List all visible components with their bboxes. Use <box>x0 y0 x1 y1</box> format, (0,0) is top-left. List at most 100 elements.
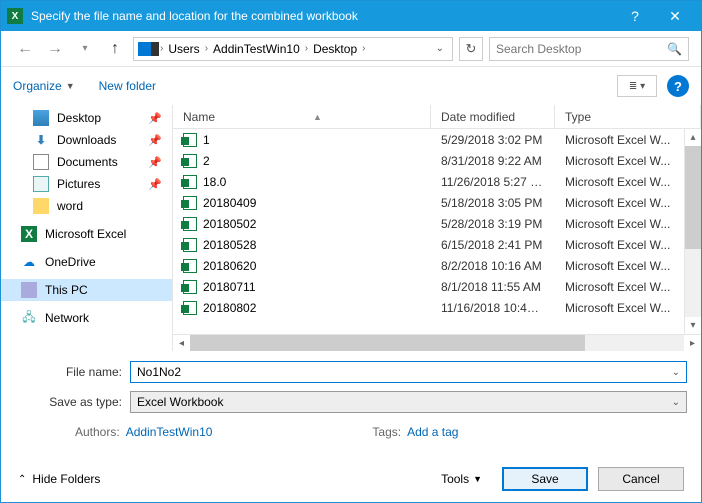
desktop-icon <box>33 110 49 126</box>
excel-file-icon <box>183 217 197 231</box>
refresh-button[interactable]: ↻ <box>459 37 483 61</box>
file-name: 1 <box>203 133 210 147</box>
help-titlebar-button[interactable]: ? <box>615 8 655 24</box>
file-row[interactable]: 201805025/28/2018 3:19 PMMicrosoft Excel… <box>173 213 701 234</box>
file-row[interactable]: 15/29/2018 3:02 PMMicrosoft Excel W... <box>173 129 701 150</box>
sidebar-item-documents[interactable]: Documents📌 <box>1 151 172 173</box>
excel-app-icon: X <box>7 8 23 24</box>
file-type: Microsoft Excel W... <box>555 301 701 315</box>
titlebar: X Specify the file name and location for… <box>1 1 701 31</box>
recent-dropdown[interactable]: ▾ <box>73 37 97 61</box>
pc-icon <box>21 282 37 298</box>
sidebar-item-word[interactable]: word <box>1 195 172 217</box>
sidebar-item-network[interactable]: 🖧Network <box>1 307 172 329</box>
sort-asc-icon: ▲ <box>313 112 322 122</box>
file-type: Microsoft Excel W... <box>555 154 701 168</box>
crumb-user[interactable]: AddinTestWin10 <box>210 42 303 56</box>
scroll-down-icon[interactable]: ▾ <box>685 317 701 334</box>
scroll-track[interactable] <box>685 146 701 317</box>
breadcrumb[interactable]: › Users › AddinTestWin10 › Desktop › ⌄ <box>133 37 453 61</box>
search-input[interactable] <box>496 42 667 56</box>
file-row[interactable]: 2018080211/16/2018 10:49 ...Microsoft Ex… <box>173 297 701 318</box>
pc-icon <box>138 42 156 56</box>
forward-button[interactable]: → <box>43 37 67 61</box>
file-row[interactable]: 18.011/26/2018 5:27 PMMicrosoft Excel W.… <box>173 171 701 192</box>
save-button[interactable]: Save <box>502 467 588 491</box>
scroll-thumb[interactable] <box>685 146 701 249</box>
file-name: 20180711 <box>203 280 256 294</box>
document-icon <box>33 154 49 170</box>
column-type[interactable]: Type <box>555 105 701 128</box>
close-button[interactable]: ✕ <box>655 8 695 25</box>
excel-file-icon <box>183 196 197 210</box>
file-row[interactable]: 201804095/18/2018 3:05 PMMicrosoft Excel… <box>173 192 701 213</box>
breadcrumb-dropdown[interactable]: ⌄ <box>436 43 448 54</box>
scroll-left-icon[interactable]: ◂ <box>173 338 190 349</box>
file-list: Name▲ Date modified Type 15/29/2018 3:02… <box>173 105 701 351</box>
pin-icon: 📌 <box>148 178 162 191</box>
view-options-button[interactable]: ≣ ▾ <box>617 75 657 97</box>
excel-file-icon <box>183 133 197 147</box>
sidebar: Desktop📌 ⬇Downloads📌 Documents📌 Pictures… <box>1 105 173 351</box>
pin-icon: 📌 <box>148 156 162 169</box>
sidebar-item-downloads[interactable]: ⬇Downloads📌 <box>1 129 172 151</box>
column-name[interactable]: Name▲ <box>173 105 431 128</box>
organize-menu[interactable]: Organize ▼ <box>13 79 75 93</box>
savetype-label: Save as type: <box>15 395 130 409</box>
sidebar-item-onedrive[interactable]: ☁OneDrive <box>1 251 172 273</box>
excel-file-icon <box>183 154 197 168</box>
column-date[interactable]: Date modified <box>431 105 555 128</box>
tags-value[interactable]: Add a tag <box>407 425 458 439</box>
search-icon[interactable]: 🔍 <box>667 42 682 56</box>
file-name: 20180528 <box>203 238 256 252</box>
crumb-users[interactable]: Users <box>165 42 202 56</box>
file-row[interactable]: 201806208/2/2018 10:16 AMMicrosoft Excel… <box>173 255 701 276</box>
file-row[interactable]: 28/31/2018 9:22 AMMicrosoft Excel W... <box>173 150 701 171</box>
horizontal-scrollbar[interactable]: ◂ ▸ <box>173 334 701 351</box>
help-button[interactable]: ? <box>667 75 689 97</box>
cancel-button[interactable]: Cancel <box>598 467 684 491</box>
scroll-up-icon[interactable]: ▴ <box>685 129 701 146</box>
file-name: 2 <box>203 154 210 168</box>
up-button[interactable]: ↑ <box>103 37 127 61</box>
hide-folders-button[interactable]: ⌃ Hide Folders <box>18 472 100 486</box>
download-icon: ⬇ <box>33 132 49 148</box>
authors-value[interactable]: AddinTestWin10 <box>126 425 213 439</box>
file-row[interactable]: 201805286/15/2018 2:41 PMMicrosoft Excel… <box>173 234 701 255</box>
vertical-scrollbar[interactable]: ▴ ▾ <box>684 129 701 334</box>
pin-icon: 📌 <box>148 112 162 125</box>
chevron-down-icon: ▼ <box>473 474 482 484</box>
nav-bar: ← → ▾ ↑ › Users › AddinTestWin10 › Deskt… <box>1 31 701 67</box>
chevron-right-icon: › <box>205 43 208 54</box>
back-button[interactable]: ← <box>13 37 37 61</box>
folder-icon <box>33 198 49 214</box>
sidebar-item-desktop[interactable]: Desktop📌 <box>1 107 172 129</box>
scroll-right-icon[interactable]: ▸ <box>684 338 701 349</box>
savetype-value: Excel Workbook <box>137 395 223 409</box>
crumb-desktop[interactable]: Desktop <box>310 42 360 56</box>
excel-icon: X <box>21 226 37 242</box>
footer: ⌃ Hide Folders Tools ▼ Save Cancel <box>0 455 702 503</box>
filename-input[interactable] <box>137 365 672 379</box>
meta-row: Authors:AddinTestWin10 Tags:Add a tag <box>15 419 687 439</box>
chevron-down-icon[interactable]: ⌄ <box>672 367 680 378</box>
sidebar-item-thispc[interactable]: This PC <box>1 279 172 301</box>
scroll-track[interactable] <box>190 335 684 351</box>
file-type: Microsoft Excel W... <box>555 280 701 294</box>
tools-menu[interactable]: Tools ▼ <box>441 472 482 486</box>
file-row[interactable]: 201807118/1/2018 11:55 AMMicrosoft Excel… <box>173 276 701 297</box>
scroll-thumb[interactable] <box>190 335 585 351</box>
file-date: 8/2/2018 10:16 AM <box>431 259 555 273</box>
excel-file-icon <box>183 280 197 294</box>
sidebar-item-pictures[interactable]: Pictures📌 <box>1 173 172 195</box>
pin-icon: 📌 <box>148 134 162 147</box>
file-name: 20180620 <box>203 259 256 273</box>
filename-input-wrapper[interactable]: ⌄ <box>130 361 687 383</box>
file-type: Microsoft Excel W... <box>555 133 701 147</box>
tags-label: Tags: <box>372 425 401 439</box>
picture-icon <box>33 176 49 192</box>
savetype-combo[interactable]: Excel Workbook ⌄ <box>130 391 687 413</box>
sidebar-item-excel[interactable]: XMicrosoft Excel <box>1 223 172 245</box>
new-folder-button[interactable]: New folder <box>99 79 156 93</box>
search-box[interactable]: 🔍 <box>489 37 689 61</box>
